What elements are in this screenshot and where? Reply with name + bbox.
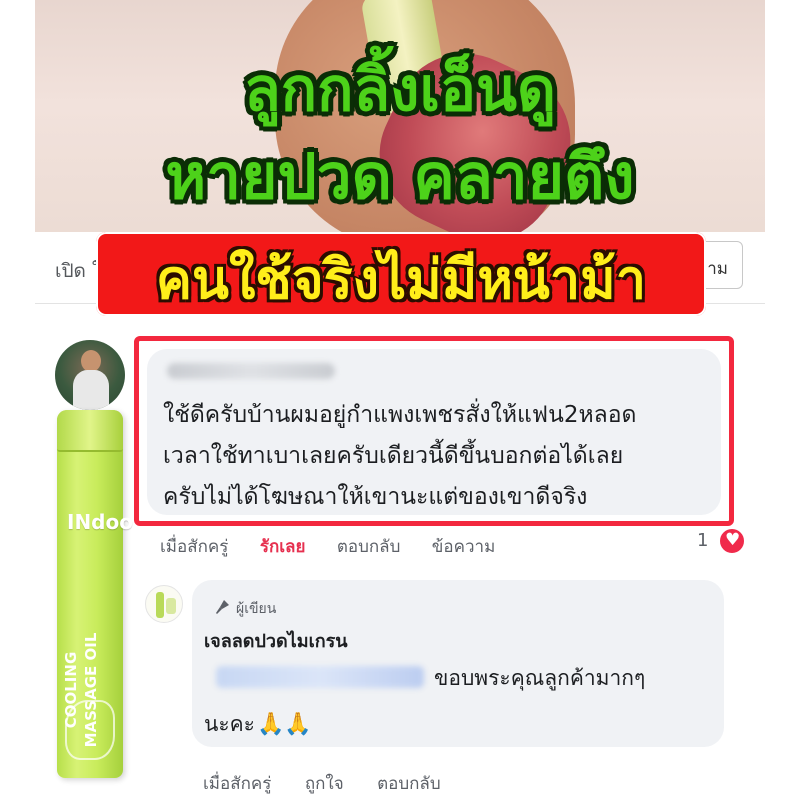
microphone-icon — [216, 600, 229, 614]
blurred-commenter-name — [167, 363, 335, 379]
commenter-avatar[interactable] — [55, 340, 125, 410]
product-brand: INdoo — [67, 510, 133, 534]
figure-illustration — [65, 700, 115, 760]
like-button[interactable]: ถูกใจ — [305, 774, 344, 794]
comment-bubble: ใช้ดีครับบ้านผมอยู่กำแพงเพชรสั่งให้แฟน2ห… — [147, 349, 721, 515]
reaction-count: 1 — [697, 530, 709, 551]
comment-actions: เมื่อสักครู่ รักเลย ตอบกลับ ข้อความ — [160, 533, 521, 560]
tube-cap — [57, 410, 123, 452]
reply-reply-button[interactable]: ตอบกลับ — [377, 774, 441, 794]
heart-icon[interactable] — [718, 527, 746, 555]
comment-line: ใช้ดีครับบ้านผมอยู่กำแพงเพชรสั่งให้แฟน2ห… — [163, 402, 637, 428]
comment-text: ใช้ดีครับบ้านผมอยู่กำแพงเพชรสั่งให้แฟน2ห… — [163, 395, 723, 518]
pray-emoji-icon: 🙏🙏 — [256, 712, 312, 737]
reply-button[interactable]: ตอบกลับ — [337, 537, 401, 557]
author-badge: ผู้เขียน — [214, 598, 276, 620]
reply-actions: เมื่อสักครู่ ถูกใจ ตอบกลับ — [203, 770, 469, 797]
open-in-text: เปิด ใ — [55, 260, 102, 282]
author-badge-label: ผู้เขียน — [236, 601, 277, 617]
red-banner-text: คนใช้จริงไม่มีหน้าม้า — [155, 248, 647, 311]
highlighted-comment: ใช้ดีครับบ้านผมอยู่กำแพงเพชรสั่งให้แฟน2ห… — [134, 336, 734, 526]
product-tube: INdoo COOLING MASSAGE OIL — [57, 410, 133, 778]
comment-line: เวลาใช้ทาเบาเลยครับเดียวนี้ดีขึ้นบอกต่อไ… — [163, 443, 624, 469]
reply-bubble: ผู้เขียน เจลลดปวดไมเกรน ขอบพระคุณลูกค้าม… — [192, 580, 724, 747]
blurred-tagged-name — [216, 666, 424, 688]
headline-line-1: ลูกกลิ้งเอ็นดู — [243, 55, 556, 125]
love-reaction-button[interactable]: รักเลย — [260, 537, 306, 557]
headline-line-2: หายปวด คลายตึง — [165, 140, 635, 213]
reply-line-2-text: นะคะ — [204, 712, 255, 736]
red-banner: คนใช้จริงไม่มีหน้าม้า — [96, 232, 706, 316]
reply-line-1: ขอบพระคุณลูกค้ามากๆ — [434, 666, 646, 690]
message-link[interactable]: ข้อความ — [432, 537, 496, 557]
reply-line-2: นะคะ🙏🙏 — [204, 708, 312, 741]
comment-time: เมื่อสักครู่ — [160, 537, 229, 557]
comment-line: ครับไม่ได้โฆษณาให้เขานะแต่ของเขาดีจริง — [163, 484, 588, 510]
page-name[interactable]: เจลลดปวดไมเกรน — [204, 626, 348, 655]
reply-time: เมื่อสักครู่ — [203, 774, 272, 794]
page-avatar[interactable] — [145, 585, 183, 623]
